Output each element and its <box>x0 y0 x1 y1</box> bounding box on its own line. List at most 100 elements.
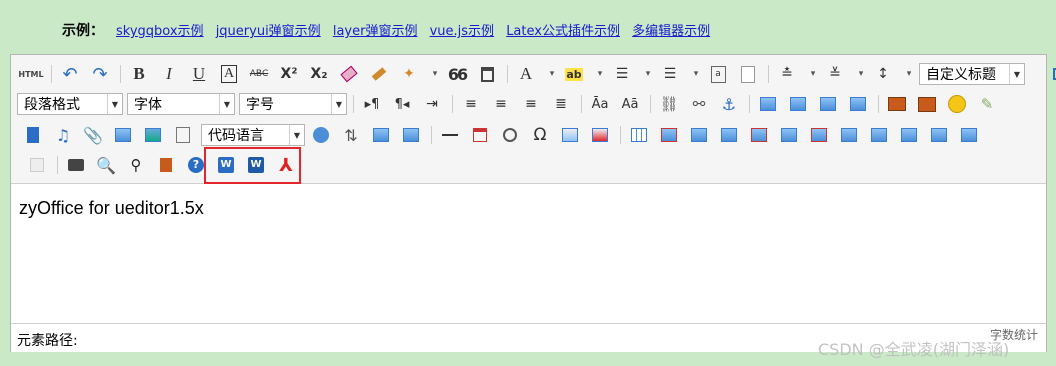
row-spacing-top-icon[interactable]: ≛ <box>775 63 799 85</box>
insert-frame-icon[interactable] <box>111 124 135 146</box>
anchor-icon[interactable]: ⚓ <box>717 93 741 115</box>
insert-paragraph-before-table-icon[interactable] <box>687 124 711 146</box>
forecolor-button[interactable]: A <box>514 63 538 85</box>
align-center-icon[interactable]: ≡ <box>489 93 513 115</box>
time-icon[interactable] <box>498 124 522 146</box>
ltr-icon[interactable]: ▸¶ <box>360 93 384 115</box>
merge-right-icon[interactable] <box>867 124 891 146</box>
line-height-dropdown-icon[interactable]: ▾ <box>901 63 917 85</box>
backcolor-icon[interactable]: ab <box>562 63 586 85</box>
image-none-icon[interactable] <box>756 93 780 115</box>
eraser-icon[interactable] <box>337 63 361 85</box>
special-chars-button[interactable]: Ω <box>528 124 552 146</box>
magic-wand-icon[interactable]: ✦ <box>397 63 421 85</box>
bold-button[interactable]: B <box>127 63 151 85</box>
format-painter-icon[interactable] <box>367 63 391 85</box>
simple-upload-icon[interactable] <box>885 93 909 115</box>
unlink-icon[interactable]: ⚯ <box>687 93 711 115</box>
background-icon[interactable] <box>399 124 423 146</box>
underline-button[interactable]: U <box>187 63 211 85</box>
map-icon[interactable] <box>558 124 582 146</box>
ordered-list-dropdown-icon[interactable]: ▾ <box>640 63 656 85</box>
link-vuejs[interactable]: vue.js示例 <box>430 24 494 39</box>
fullscreen-icon[interactable] <box>1049 63 1056 85</box>
date-icon[interactable] <box>468 124 492 146</box>
image-left-icon[interactable] <box>786 93 810 115</box>
paragraph-format-select[interactable]: 段落格式 ▼ <box>17 93 123 115</box>
align-left-icon[interactable]: ≡ <box>459 93 483 115</box>
ordered-list-icon[interactable]: ☰ <box>610 63 634 85</box>
superscript-button[interactable]: X² <box>277 63 301 85</box>
link-icon[interactable]: ⛓ <box>657 93 681 115</box>
pagebreak-icon[interactable]: ⇅ <box>339 124 363 146</box>
font-size-select[interactable]: 字号 ▼ <box>239 93 347 115</box>
gmap-icon[interactable] <box>588 124 612 146</box>
clear-doc-icon[interactable] <box>736 63 760 85</box>
split-cells-icon[interactable] <box>927 124 951 146</box>
forecolor-dropdown-icon[interactable]: ▾ <box>544 63 560 85</box>
html-source-button[interactable]: HTML <box>18 63 43 85</box>
merge-cells-icon[interactable] <box>837 124 861 146</box>
preview-icon[interactable]: 🔍 <box>94 154 118 176</box>
webapp-icon[interactable] <box>309 124 333 146</box>
word-import-icon[interactable]: W <box>214 154 238 176</box>
indent-icon[interactable]: ⇥ <box>420 93 444 115</box>
insert-video-icon[interactable] <box>21 124 45 146</box>
insert-image-icon[interactable] <box>915 93 939 115</box>
emotion-icon[interactable] <box>945 93 969 115</box>
music-icon[interactable]: ♫ <box>51 124 75 146</box>
template-icon[interactable] <box>369 124 393 146</box>
split-cols-icon[interactable] <box>25 154 49 176</box>
delete-col-icon[interactable] <box>807 124 831 146</box>
subscript-button[interactable]: X₂ <box>307 63 331 85</box>
delete-row-icon[interactable] <box>747 124 771 146</box>
rtl-icon[interactable]: ¶◂ <box>390 93 414 115</box>
pdf-icon[interactable]: ⅄ <box>274 154 298 176</box>
link-latex[interactable]: Latex公式插件示例 <box>506 24 620 39</box>
horizontal-rule-icon[interactable] <box>438 124 462 146</box>
to-uppercase-icon[interactable]: Āa <box>588 93 612 115</box>
link-layer[interactable]: layer弹窗示例 <box>333 24 418 39</box>
strikethrough-button[interactable]: ABC <box>247 63 271 85</box>
print-icon[interactable] <box>64 154 88 176</box>
link-skygqbox[interactable]: skygqbox示例 <box>116 24 204 39</box>
link-jqueryui[interactable]: jqueryui弹窗示例 <box>216 24 321 39</box>
image-right-icon[interactable] <box>816 93 840 115</box>
paste-plain-icon[interactable] <box>475 63 499 85</box>
link-multi-editor[interactable]: 多编辑器示例 <box>632 24 710 39</box>
row-spacing-bottom-dropdown-icon[interactable]: ▾ <box>853 63 869 85</box>
blockquote-button[interactable]: 66 <box>445 63 469 85</box>
scrawl-icon[interactable]: ✎ <box>975 93 999 115</box>
row-spacing-bottom-icon[interactable]: ≚ <box>823 63 847 85</box>
backcolor-dropdown-icon[interactable]: ▾ <box>592 63 608 85</box>
undo-icon[interactable]: ↶ <box>58 63 82 85</box>
help-icon[interactable]: ? <box>184 154 208 176</box>
unordered-list-icon[interactable]: ☰ <box>658 63 682 85</box>
to-lowercase-icon[interactable]: Aā <box>618 93 642 115</box>
merge-down-icon[interactable] <box>897 124 921 146</box>
italic-button[interactable]: I <box>157 63 181 85</box>
search-replace-icon[interactable]: ⚲ <box>124 154 148 176</box>
line-height-icon[interactable]: ↕ <box>871 63 895 85</box>
insert-code-image-icon[interactable] <box>141 124 165 146</box>
align-justify-icon[interactable]: ≣ <box>549 93 573 115</box>
insert-row-icon[interactable] <box>717 124 741 146</box>
redo-icon[interactable]: ↷ <box>88 63 112 85</box>
attachment-icon[interactable]: 📎 <box>81 124 105 146</box>
font-family-select[interactable]: 字体 ▼ <box>127 93 235 115</box>
custom-title-select[interactable]: 自定义标题 ▼ <box>919 63 1025 85</box>
unordered-list-dropdown-icon[interactable]: ▾ <box>688 63 704 85</box>
row-spacing-top-dropdown-icon[interactable]: ▾ <box>805 63 821 85</box>
word-export-icon[interactable]: W <box>244 154 268 176</box>
editor-content[interactable]: zyOffice for ueditor1.5x <box>11 184 1046 321</box>
fontborder-button[interactable]: A <box>217 63 241 85</box>
select-all-icon[interactable]: a <box>706 63 730 85</box>
split-rows-icon[interactable] <box>957 124 981 146</box>
page-break-icon[interactable] <box>171 124 195 146</box>
image-center-icon[interactable] <box>846 93 870 115</box>
insert-col-icon[interactable] <box>777 124 801 146</box>
delete-table-icon[interactable] <box>657 124 681 146</box>
align-right-icon[interactable]: ≡ <box>519 93 543 115</box>
drafts-icon[interactable] <box>154 154 178 176</box>
insert-table-icon[interactable] <box>627 124 651 146</box>
